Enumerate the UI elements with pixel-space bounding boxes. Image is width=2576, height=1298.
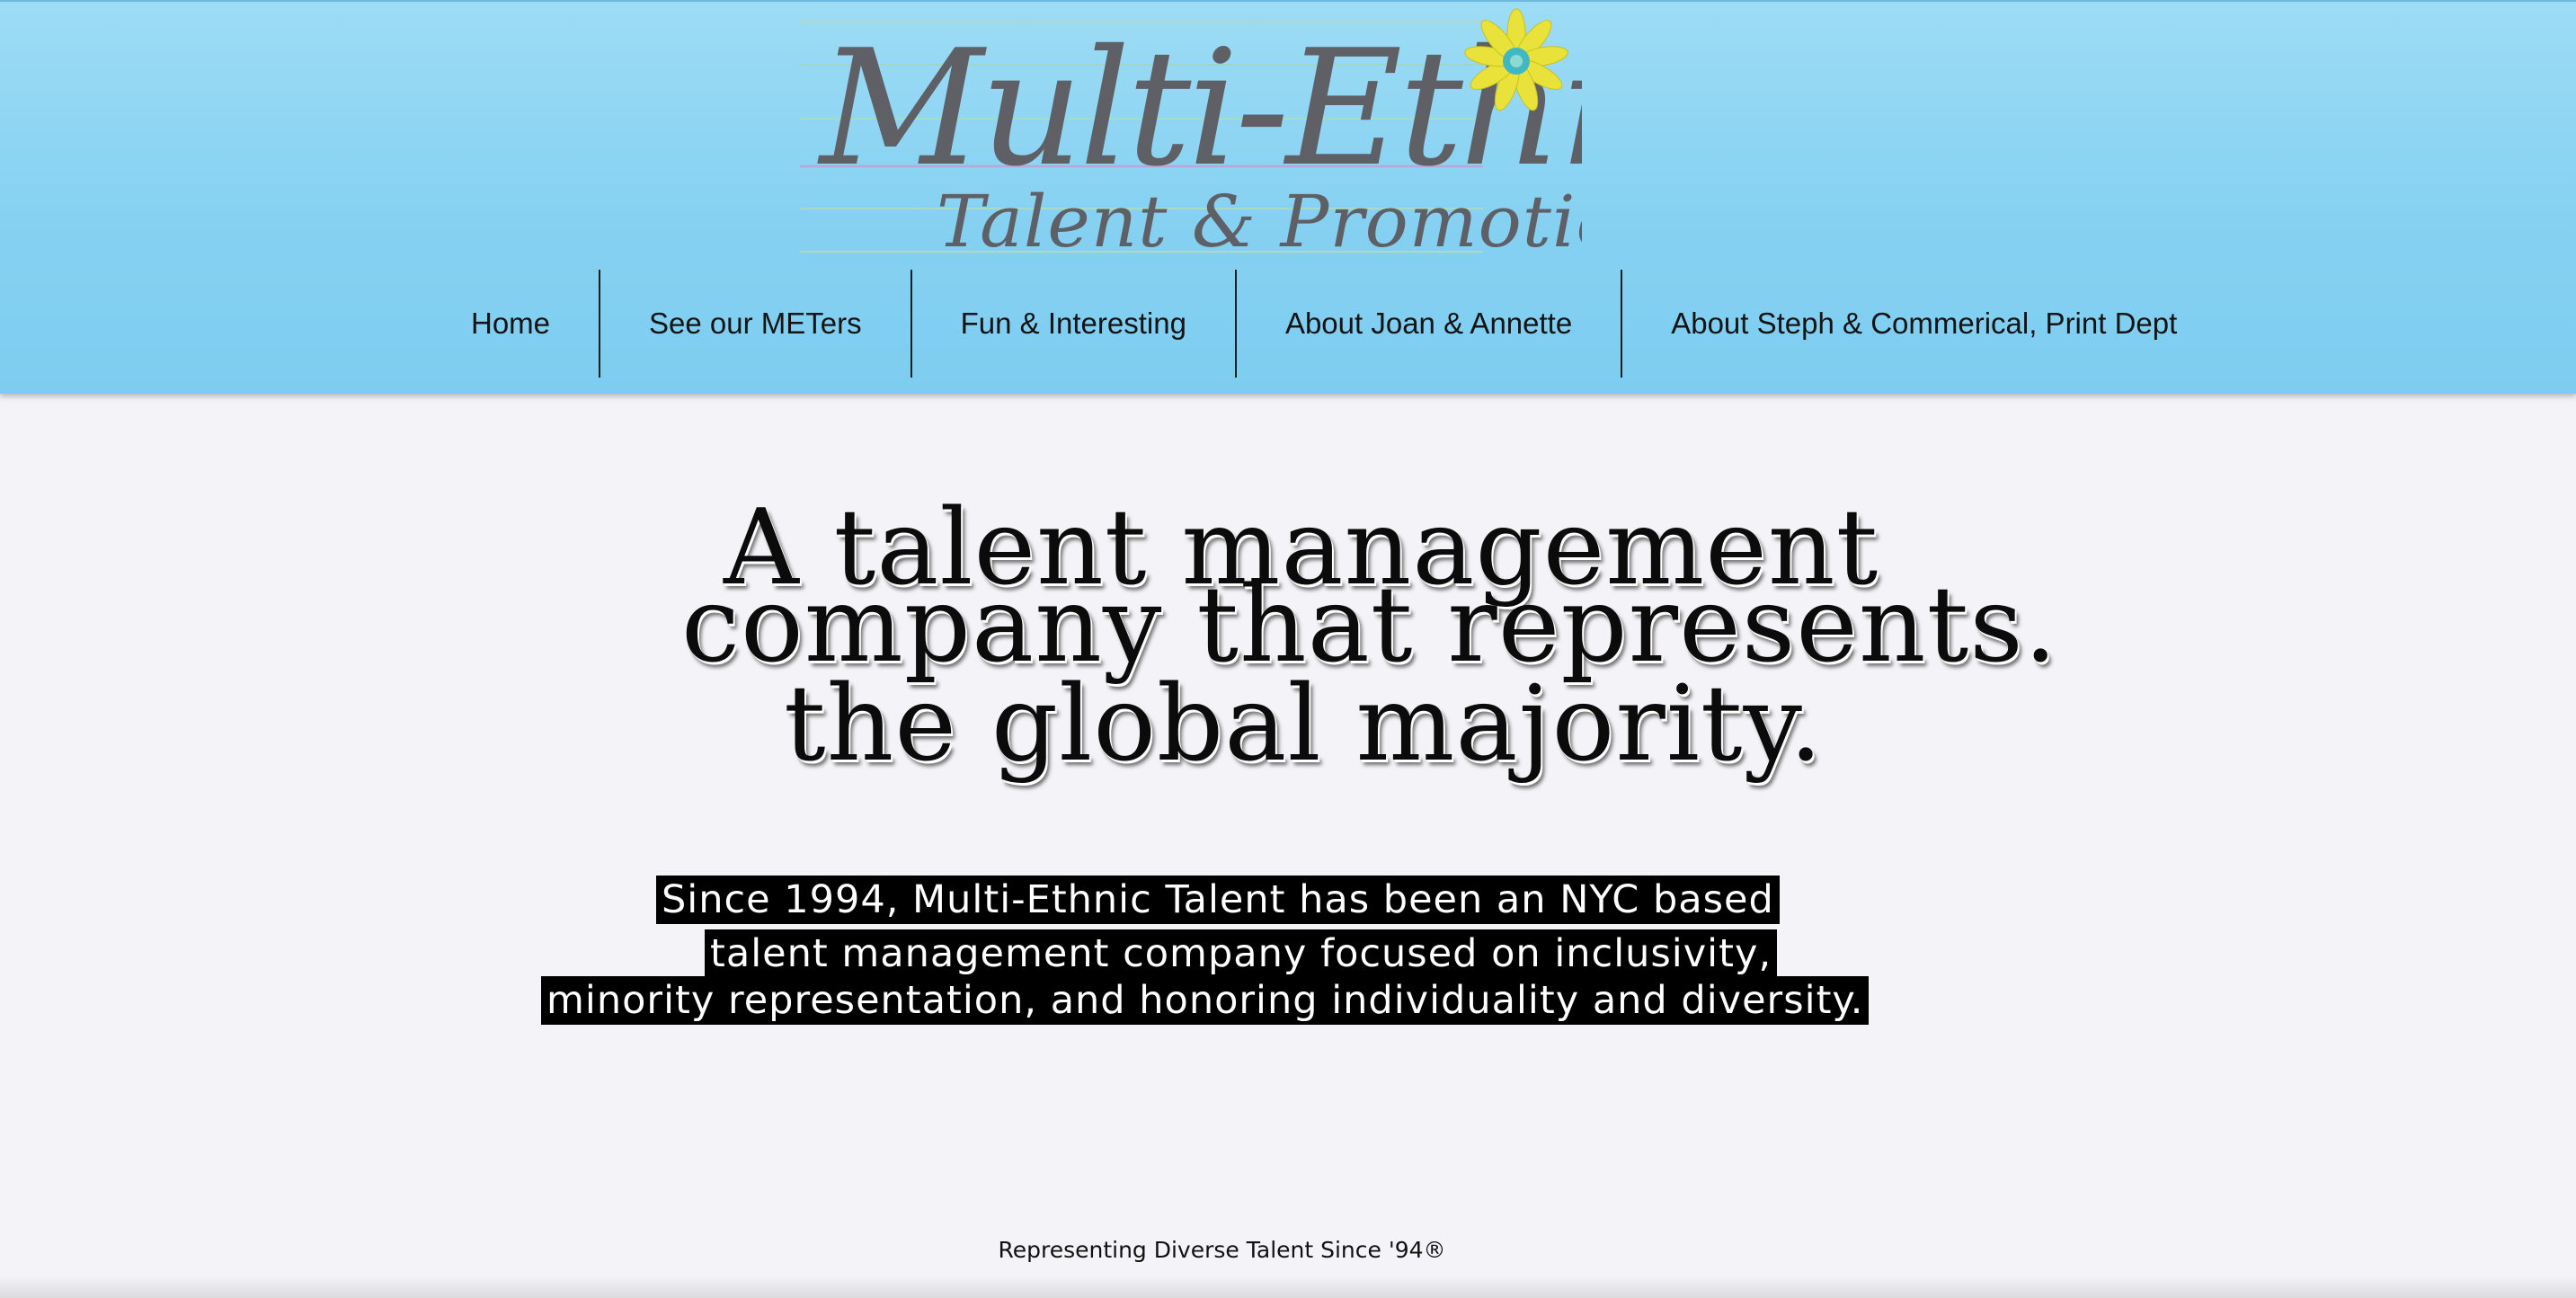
- main-nav: Home See our METers Fun & Interesting Ab…: [422, 270, 2225, 378]
- footer-tagline: Representing Diverse Talent Since '94®: [998, 1237, 1446, 1263]
- description-line-3: minority representation, and honoring in…: [541, 976, 1870, 1025]
- logo-title: Multi-Ethnic: [817, 15, 1582, 201]
- logo-subtitle: Talent & Promotion: [937, 180, 1582, 262]
- site-logo[interactable]: Multi-Ethnic Talent & Promotion: [800, 2, 1582, 262]
- main-content: A talent management company that represe…: [0, 394, 2576, 1298]
- hero-line-3: the global majority.: [784, 663, 1824, 785]
- nav-see-our-meters[interactable]: See our METers: [600, 270, 910, 378]
- site-header: Multi-Ethnic Talent & Promotion Home See…: [0, 0, 2576, 394]
- description-line-1: Since 1994, Multi-Ethnic Talent has been…: [656, 876, 1780, 924]
- nav-home[interactable]: Home: [422, 270, 599, 378]
- nav-about-steph-print[interactable]: About Steph & Commerical, Print Dept: [1622, 270, 2225, 378]
- description-line-2: talent management company focused on inc…: [705, 929, 1778, 978]
- nav-fun-interesting[interactable]: Fun & Interesting: [912, 270, 1235, 378]
- bottom-edge-shadow: [0, 1276, 2576, 1298]
- nav-about-joan-annette[interactable]: About Joan & Annette: [1237, 270, 1621, 378]
